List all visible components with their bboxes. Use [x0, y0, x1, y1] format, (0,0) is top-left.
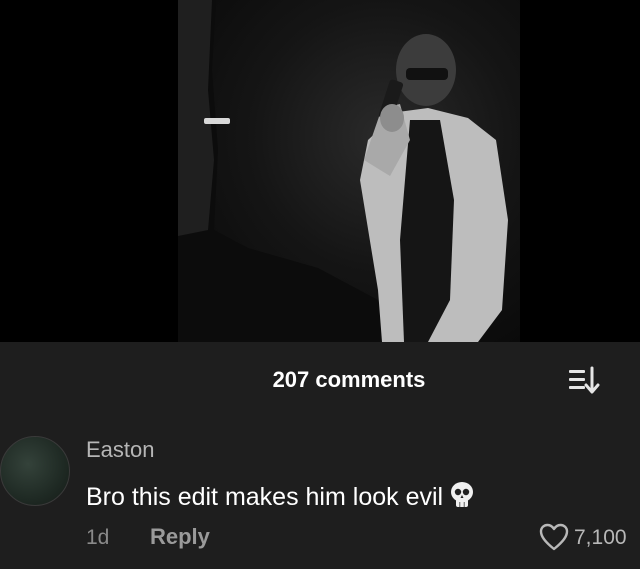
reply-button[interactable]: Reply [150, 524, 210, 550]
sort-button[interactable] [566, 364, 602, 398]
video-still-image [178, 0, 508, 342]
comment-text: Bro this edit makes him look evil [86, 479, 478, 518]
comment-username[interactable]: Easton [86, 437, 155, 463]
comment-time: 1d [86, 526, 110, 549]
video-player[interactable] [0, 0, 640, 342]
like-count: 7,100 [574, 526, 627, 549]
comments-sheet: 207 comments Easton Bro this edit makes … [0, 342, 640, 569]
like-button[interactable]: 7,100 [538, 522, 638, 554]
video-frame [178, 0, 520, 342]
heart-outline-icon [539, 523, 569, 551]
comment-body: Bro this edit makes him look evil [86, 483, 444, 512]
comments-header: 207 comments [0, 342, 640, 420]
avatar[interactable] [0, 436, 70, 506]
comments-count: 207 comments [272, 367, 426, 392]
skull-emoji-icon [446, 479, 478, 518]
sort-list-icon [569, 366, 600, 394]
